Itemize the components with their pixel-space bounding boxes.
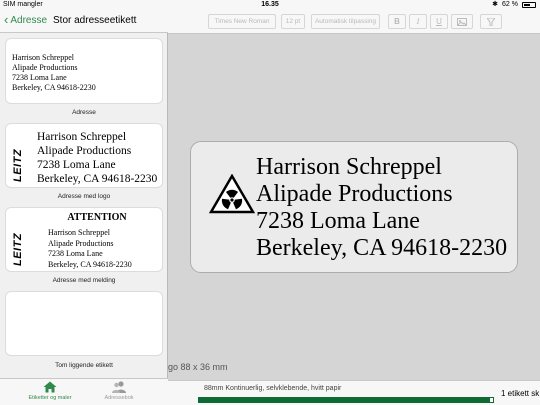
tab-label: Etiketter og maler xyxy=(28,395,72,401)
italic-button[interactable]: I xyxy=(409,14,427,29)
bluetooth-icon: ✱ xyxy=(492,1,499,8)
template-line: Alipade Productions xyxy=(12,63,78,72)
label-size-text: go 88 x 36 mm xyxy=(168,362,228,372)
template-line: 7238 Loma Lane xyxy=(37,159,116,171)
label-line: Berkeley, CA 94618-2230 xyxy=(256,235,508,261)
tab-bar: Etiketter og maler Adressebok xyxy=(0,378,168,405)
template-card-address-message[interactable]: LEITZ ATTENTION Harrison Schreppel Alipa… xyxy=(5,207,163,272)
template-card-address[interactable]: Harrison Schreppel Alipade Productions 7… xyxy=(5,38,163,104)
template-caption: Adresse med logo xyxy=(57,193,111,200)
sidebar-title: Stor adresseetikett xyxy=(53,15,137,26)
battery-percent: 62 % xyxy=(502,1,518,8)
template-line: Berkeley, CA 94618-2230 xyxy=(48,259,132,269)
sidebar-header: ‹ Adresse Stor adresseetikett xyxy=(0,10,168,33)
align-button[interactable] xyxy=(480,14,502,29)
tape-progress xyxy=(198,397,494,403)
back-label: Adresse xyxy=(10,14,48,26)
tape-progress-fill xyxy=(199,398,491,402)
font-size-select[interactable]: 12 pt xyxy=(281,14,305,29)
auto-fit-button[interactable]: Automatisk tilpassing xyxy=(311,14,380,29)
home-icon xyxy=(43,381,57,393)
image-icon xyxy=(457,18,467,26)
label-canvas: Harrison Schreppel Alipade Productions 7… xyxy=(168,35,540,380)
chevron-left-icon: ‹ xyxy=(4,12,9,27)
bold-button[interactable]: B xyxy=(388,14,406,29)
label-preview[interactable]: Harrison Schreppel Alipade Productions 7… xyxy=(190,141,518,273)
status-right: ✱ 62 % xyxy=(492,0,536,10)
label-line: Harrison Schreppel xyxy=(256,154,442,180)
leitz-logo: LEITZ xyxy=(12,148,24,182)
status-bar: SIM mangler 16.35 ✱ 62 % xyxy=(0,0,540,10)
align-icon xyxy=(486,17,496,27)
font-select[interactable]: Times New Roman xyxy=(208,14,276,29)
leitz-logo: LEITZ xyxy=(12,232,24,266)
battery-icon xyxy=(522,2,536,8)
template-lines: Harrison Schreppel Alipade Productions 7… xyxy=(48,228,132,270)
template-caption: Adresse xyxy=(72,109,96,116)
template-line: Alipade Productions xyxy=(37,145,132,157)
label-line: Alipade Productions xyxy=(256,181,453,207)
attention-heading: ATTENTION xyxy=(67,212,127,223)
print-bar: 88mm Kontinuerlig, selvklebende, hvitt p… xyxy=(168,380,540,405)
template-caption: Tom liggende etikett xyxy=(55,362,113,369)
template-sidebar: ‹ Adresse Stor adresseetikett Harrison S… xyxy=(0,10,168,405)
insert-image-button[interactable] xyxy=(451,14,473,29)
template-card-empty[interactable] xyxy=(5,291,163,356)
template-line: 7238 Loma Lane xyxy=(12,73,67,82)
label-count: 1 etikett sk xyxy=(501,389,540,398)
template-line: Berkeley, CA 94618-2230 xyxy=(12,83,96,92)
tab-labels-templates[interactable]: Etiketter og maler xyxy=(15,381,85,401)
radiation-warning-icon xyxy=(209,174,255,214)
template-line: Harrison Schreppel xyxy=(37,131,127,143)
template-line: Berkeley, CA 94618-2230 xyxy=(37,173,158,185)
label-text[interactable]: Harrison Schreppel Alipade Productions 7… xyxy=(256,154,507,262)
back-button[interactable]: ‹ Adresse xyxy=(4,12,48,27)
tab-label: Adressebok xyxy=(104,395,134,401)
template-line: Harrison Schreppel xyxy=(12,53,74,62)
template-lines: Harrison Schreppel Alipade Productions 7… xyxy=(12,53,96,93)
format-toolbar: Times New Roman 12 pt Automatisk tilpass… xyxy=(168,10,540,34)
template-lines: Harrison Schreppel Alipade Productions 7… xyxy=(37,130,157,186)
label-line: 7238 Loma Lane xyxy=(256,208,420,234)
template-line: Alipade Productions xyxy=(48,238,114,248)
template-caption: Adresse med melding xyxy=(52,277,116,284)
template-card-address-logo[interactable]: LEITZ Harrison Schreppel Alipade Product… xyxy=(5,123,163,188)
template-line: 7238 Loma Lane xyxy=(48,249,103,258)
tab-address-book[interactable]: Adressebok xyxy=(84,381,154,401)
battery-level xyxy=(524,4,531,6)
media-info: 88mm Kontinuerlig, selvklebende, hvitt p… xyxy=(204,385,342,392)
clock: 16.35 xyxy=(261,1,279,8)
template-line: Harrison Schreppel xyxy=(48,228,110,237)
underline-button[interactable]: U xyxy=(430,14,448,29)
contacts-icon xyxy=(112,381,126,393)
